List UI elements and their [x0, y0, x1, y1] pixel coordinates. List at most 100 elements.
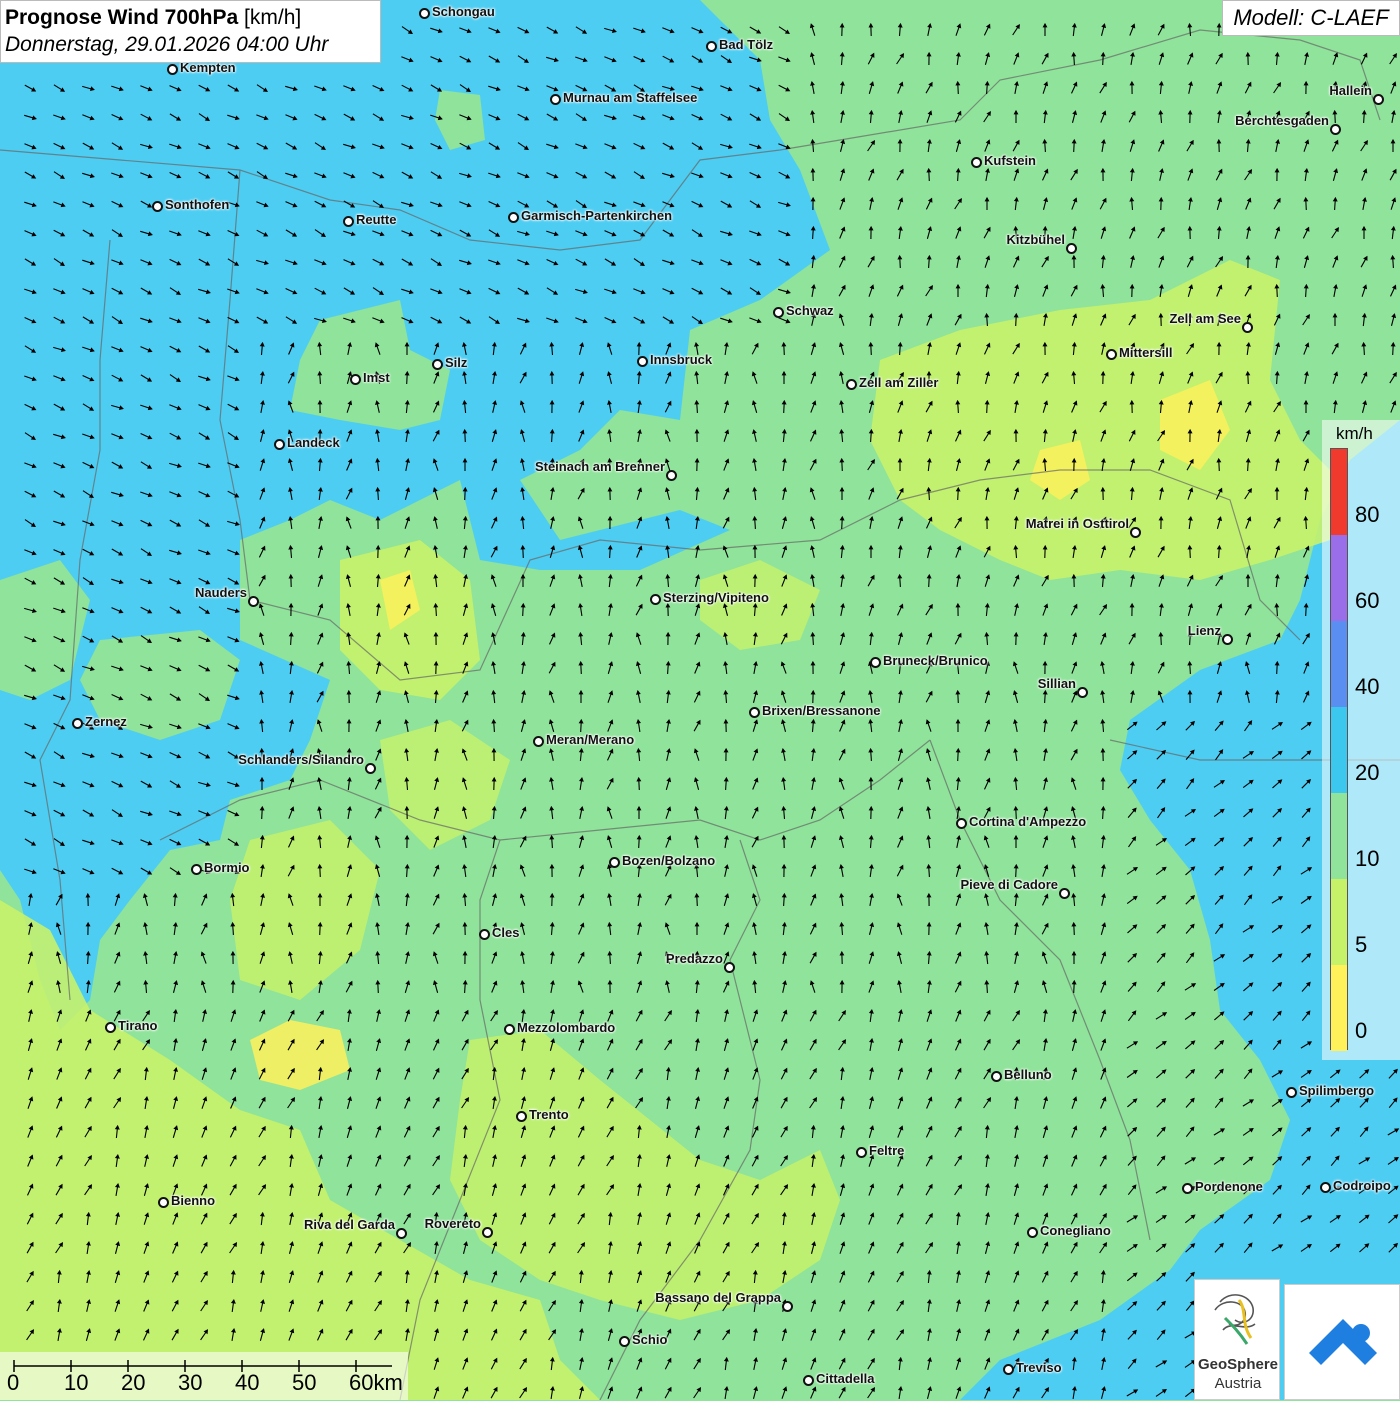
city-label: Cortina d'Ampezzo [969, 814, 1086, 829]
city-label: Tirano [118, 1018, 158, 1033]
city-marker [782, 1301, 793, 1312]
city-marker [396, 1228, 407, 1239]
geosphere-logo: GeoSphere Austria [1194, 1279, 1280, 1400]
city-marker [1059, 888, 1070, 899]
city-label: Schwaz [786, 303, 834, 318]
city-marker [773, 307, 784, 318]
city-marker [105, 1022, 116, 1033]
city-label: Steinach am Brenner [535, 459, 665, 474]
scale-label: 60km [349, 1370, 403, 1396]
city-label: Mezzolombardo [517, 1020, 615, 1035]
city-label: Nauders [195, 585, 247, 600]
city-marker [419, 8, 430, 19]
scale-label: 40 [235, 1370, 259, 1396]
city-marker [516, 1111, 527, 1122]
city-label: Spilimbergo [1299, 1083, 1374, 1098]
scale-label: 30 [178, 1370, 202, 1396]
city-label: Matrei in Osttirol [1026, 516, 1129, 531]
city-label: Zell am See [1169, 311, 1241, 326]
city-marker [550, 94, 561, 105]
scale-label: 0 [7, 1370, 19, 1396]
city-marker [1286, 1087, 1297, 1098]
city-marker [152, 201, 163, 212]
city-marker [1066, 243, 1077, 254]
city-label: Trento [529, 1107, 569, 1122]
city-label: Cittadella [816, 1371, 875, 1386]
city-marker [609, 857, 620, 868]
legend-segment [1331, 621, 1347, 707]
city-label: Reutte [356, 212, 396, 227]
logo-name: GeoSphere [1195, 1356, 1281, 1373]
city-marker [482, 1227, 493, 1238]
city-label: Schongau [432, 4, 495, 19]
legend-segment [1331, 879, 1347, 965]
scale-label: 10 [64, 1370, 88, 1396]
city-label: Sillian [1038, 676, 1076, 691]
city-marker [248, 596, 259, 607]
city-marker [666, 470, 677, 481]
city-marker [724, 962, 735, 973]
city-marker [1182, 1183, 1193, 1194]
city-label: Kitzbühel [1007, 232, 1066, 247]
map-title: Prognose Wind 700hPa [km/h] [5, 4, 376, 31]
city-marker [508, 212, 519, 223]
city-label: Brixen/Bressanone [762, 703, 881, 718]
city-marker [191, 864, 202, 875]
city-label: Garmisch-Partenkirchen [521, 208, 672, 223]
city-marker [343, 216, 354, 227]
city-marker [1222, 634, 1233, 645]
city-marker [1130, 527, 1141, 538]
scale-label: 50 [292, 1370, 316, 1396]
city-label: Innsbruck [650, 352, 712, 367]
legend-segment [1331, 793, 1347, 879]
city-label: Pordenone [1195, 1179, 1263, 1194]
legend-colorbar [1330, 448, 1348, 1050]
city-label: Feltre [869, 1143, 904, 1158]
city-label: Murnau am Staffelsee [563, 90, 697, 105]
city-marker [533, 736, 544, 747]
legend-segment [1331, 965, 1347, 1051]
city-marker [274, 439, 285, 450]
city-marker [1330, 124, 1341, 135]
city-marker [1373, 94, 1384, 105]
city-label: Bienno [171, 1193, 215, 1208]
city-label: Bad Tölz [719, 37, 773, 52]
city-label: Kufstein [984, 153, 1036, 168]
city-label: Landeck [287, 435, 340, 450]
city-marker [1027, 1227, 1038, 1238]
city-label: Bassano del Grappa [655, 1290, 781, 1305]
city-marker [432, 359, 443, 370]
city-marker [870, 657, 881, 668]
city-label: Predazzo [666, 951, 723, 966]
city-marker [365, 763, 376, 774]
city-label: Silz [445, 355, 467, 370]
city-label: Berchtesgaden [1235, 113, 1329, 128]
city-marker [856, 1147, 867, 1158]
city-marker [1320, 1182, 1331, 1193]
city-label: Bruneck/Brunico [883, 653, 988, 668]
city-label: Hallein [1329, 83, 1372, 98]
city-marker [479, 929, 490, 940]
city-label: Schlanders/Silandro [238, 752, 364, 767]
city-marker [504, 1024, 515, 1035]
city-marker [803, 1375, 814, 1386]
city-marker [991, 1071, 1002, 1082]
city-marker [846, 379, 857, 390]
legend-tick-label: 60 [1355, 588, 1379, 614]
city-label: Zell am Ziller [859, 375, 938, 390]
city-marker [1242, 322, 1253, 333]
city-marker [619, 1336, 630, 1347]
city-label: Meran/Merano [546, 732, 634, 747]
legend-tick-label: 80 [1355, 502, 1379, 528]
geosphere-emblem-icon [1195, 1280, 1281, 1356]
legend-tick-label: 10 [1355, 846, 1379, 872]
city-marker [650, 594, 661, 605]
weather-app-logo [1284, 1284, 1400, 1400]
city-label: Imst [363, 370, 390, 385]
legend-tick-label: 5 [1355, 932, 1367, 958]
city-marker [158, 1197, 169, 1208]
city-marker [1003, 1364, 1014, 1375]
title-box: Prognose Wind 700hPa [km/h] Donnerstag, … [0, 0, 381, 63]
city-marker [72, 718, 83, 729]
city-marker [1106, 349, 1117, 360]
